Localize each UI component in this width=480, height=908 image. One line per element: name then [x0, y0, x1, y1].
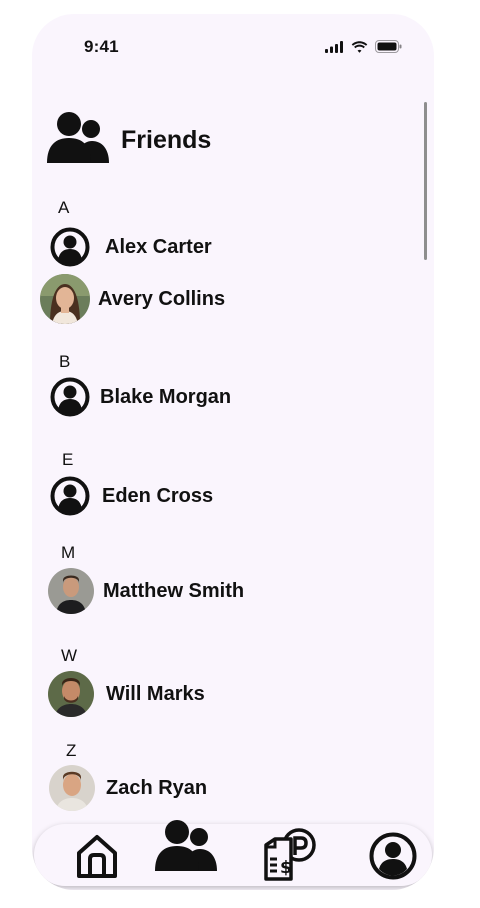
section-letter-w: W	[61, 646, 78, 665]
status-time: 9:41	[84, 37, 119, 56]
friend-row-alex-carter[interactable]: Alex Carter	[46, 222, 212, 272]
friend-name: Alex Carter	[105, 235, 212, 258]
friend-row-will-marks[interactable]: Will Marks	[48, 669, 205, 719]
battery-icon	[375, 40, 402, 53]
avatar-photo-avery-collins	[40, 274, 90, 324]
section-letter-a: A	[58, 198, 70, 217]
avatar-photo-matthew-smith	[48, 568, 94, 614]
friend-row-blake-morgan[interactable]: Blake Morgan	[46, 372, 231, 422]
friend-name: Blake Morgan	[100, 385, 232, 408]
default-avatar-icon	[46, 223, 94, 271]
friend-name: Matthew Smith	[103, 579, 245, 602]
friend-name: Zach Ryan	[106, 776, 208, 799]
section-letter-e: E	[62, 450, 74, 469]
friend-name: Avery Collins	[98, 287, 226, 310]
section-letter-z: Z	[66, 741, 77, 760]
friend-row-matthew-smith[interactable]: Matthew Smith	[48, 566, 244, 616]
signal-icon	[325, 40, 343, 53]
friends-icon[interactable]	[153, 816, 219, 874]
default-avatar-icon	[46, 472, 94, 520]
status-icons	[325, 40, 402, 53]
page-title: Friends	[121, 126, 212, 154]
phone-screen: 9:41 Friends A Alex Carter Avery Collins…	[32, 14, 434, 890]
people-icon	[47, 112, 109, 163]
friend-name: Will Marks	[106, 682, 205, 705]
friend-row-avery-collins[interactable]: Avery Collins	[40, 274, 225, 324]
scrollbar[interactable]	[424, 102, 427, 260]
section-letter-m: M	[61, 543, 76, 562]
default-avatar-icon	[46, 373, 94, 421]
profile-icon[interactable]	[368, 831, 418, 881]
friend-row-eden-cross[interactable]: Eden Cross	[46, 471, 213, 521]
avatar-photo-zach-ryan	[49, 765, 95, 811]
avatar-photo-will-marks	[48, 671, 94, 717]
home-icon[interactable]	[74, 832, 120, 880]
wifi-icon	[351, 40, 368, 53]
payment-icon[interactable]: $	[260, 826, 318, 882]
section-letter-b: B	[59, 352, 71, 371]
friend-name: Eden Cross	[102, 484, 214, 507]
svg-text:$: $	[280, 858, 292, 878]
